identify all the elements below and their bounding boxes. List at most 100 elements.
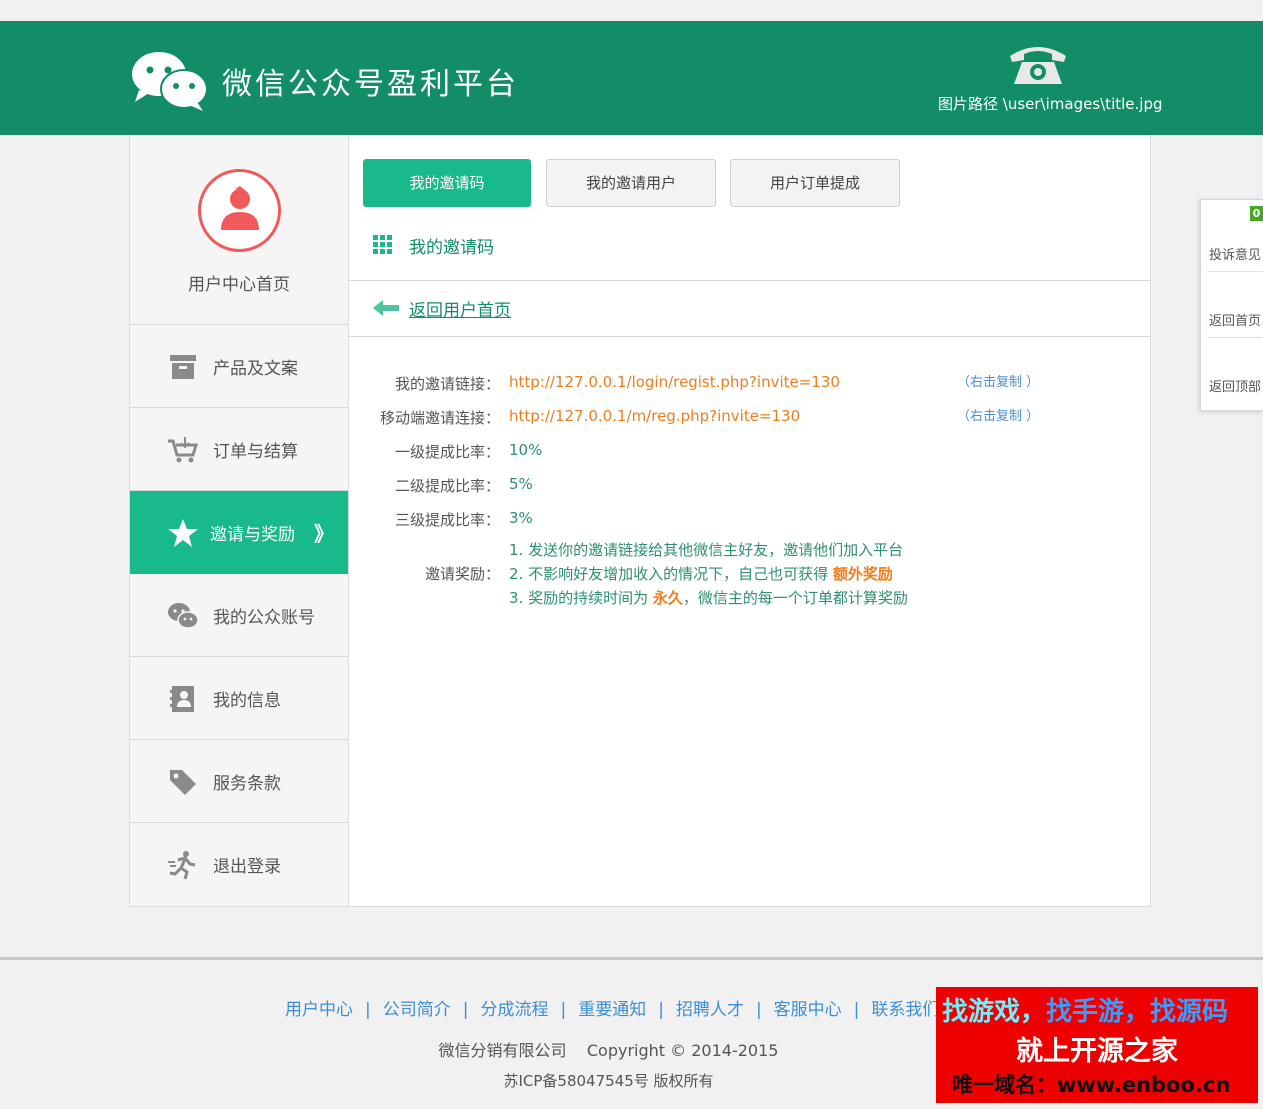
rate2-label: 二级提成比率： <box>394 477 500 495</box>
rate3-value: 3% <box>509 509 533 527</box>
footer-nav: 用户中心 | 公司简介 | 分成流程 | 重要通知 | 招聘人才 | 客服中心 | 联系我们 <box>285 995 940 1023</box>
archive-box-icon <box>170 355 196 379</box>
separator: | <box>755 1000 762 1020</box>
sidebar-item-invite[interactable]: 邀请与奖励 》 <box>130 491 348 574</box>
watermark-banner[interactable]: 找游戏，找手游，找源码 就上开源之家 唯一域名：www.enboo.cn <box>936 987 1258 1103</box>
sidebar-item-label: 产品及文案 <box>213 359 298 379</box>
footer-link-user-center[interactable]: 用户中心 <box>285 1000 353 1020</box>
sidebar-item-label: 退出登录 <box>213 857 281 877</box>
reward-item: 2. 不影响好友增加收入的情况下，自己也可获得 额外奖励 <box>509 562 908 586</box>
sidebar: 用户中心首页 产品及文案 订单与结算 邀请与奖励 》 我的公众账号 我的信息 服… <box>130 135 349 906</box>
sidebar-item-profile[interactable]: 我的信息 <box>130 657 348 740</box>
footer-link-jobs[interactable]: 招聘人才 <box>676 1000 744 1020</box>
complaint-feedback-button[interactable]: 投诉意见 <box>1207 206 1263 272</box>
reward-item: 1. 发送你的邀请链接给其他微信主好友，邀请他们加入平台 <box>509 541 904 559</box>
separator: | <box>365 1000 371 1020</box>
invite-link-row: 我的邀请链接： http://127.0.0.1/login/regist.ph… <box>349 373 1151 397</box>
wechat-bubble-icon <box>168 603 199 629</box>
sidebar-item-logout[interactable]: 退出登录 <box>130 823 348 906</box>
reward-highlight: 永久 <box>652 589 683 607</box>
copy-hint: （右击复制 ） <box>957 375 1040 390</box>
content-panel: 我的邀请码 我的邀请用户 用户订单提成 我的邀请码 返回用户首页 我的邀请链接：… <box>349 135 1151 906</box>
divider <box>349 336 1151 337</box>
section-title-text: 我的邀请码 <box>409 238 494 258</box>
contact-book-icon <box>170 686 194 712</box>
sidebar-item-products[interactable]: 产品及文案 <box>130 325 348 408</box>
separator: | <box>853 1000 860 1020</box>
sidebar-item-accounts[interactable]: 我的公众账号 <box>130 574 348 657</box>
image-path-note: 图片路径 \user\images\title.jpg <box>938 95 1163 113</box>
reward-highlight: 额外奖励 <box>832 565 893 583</box>
tab-my-invite-code[interactable]: 我的邀请码 <box>363 159 531 207</box>
banner-line3: 唯一域名：www.enboo.cn <box>952 1073 1231 1097</box>
rate1-value: 10% <box>509 441 543 459</box>
separator: | <box>560 1000 567 1020</box>
separator: | <box>462 1000 469 1020</box>
rate2-row: 二级提成比率： 5% <box>349 475 1151 499</box>
reward-label: 邀请奖励： <box>424 565 500 583</box>
mobile-invite-link-label: 移动端邀请连接： <box>379 409 500 427</box>
banner-text: 找游戏， <box>942 997 1047 1027</box>
sidebar-item-terms[interactable]: 服务条款 <box>130 740 348 823</box>
footer-link-contact[interactable]: 联系我们 <box>871 1000 939 1020</box>
rate1-row: 一级提成比率： 10% <box>349 441 1151 465</box>
banner-text: 找手游， <box>1046 997 1151 1027</box>
separator: | <box>658 1000 664 1020</box>
grid-icon <box>373 235 392 254</box>
rate3-row: 三级提成比率： 3% <box>349 509 1151 533</box>
shopping-cart-icon <box>168 437 199 463</box>
invite-link-value[interactable]: http://127.0.0.1/login/regist.php?invite… <box>509 373 840 391</box>
banner-line2: 就上开源之家 <box>1016 1036 1178 1067</box>
footer-divider <box>0 957 1263 960</box>
back-to-home-link[interactable]: 返回用户首页 <box>409 296 511 321</box>
site-header: 微信公众号盈利平台 图片路径 \user\images\title.jpg <box>0 21 1263 135</box>
divider <box>349 280 1151 281</box>
running-person-icon <box>168 851 196 880</box>
top-strip <box>0 0 1263 21</box>
mobile-invite-link-value[interactable]: http://127.0.0.1/m/reg.php?invite=130 <box>509 407 800 425</box>
main-container: 用户中心首页 产品及文案 订单与结算 邀请与奖励 》 我的公众账号 我的信息 服… <box>129 135 1151 907</box>
float-item-label: 投诉意见 <box>1209 248 1262 263</box>
sidebar-item-label: 我的信息 <box>213 691 281 711</box>
rate3-label: 三级提成比率： <box>394 511 500 529</box>
back-row: 返回用户首页 <box>373 296 673 322</box>
footer-link-notice[interactable]: 重要通知 <box>578 1000 646 1020</box>
reward-item: 3. 奖励的持续时间为 永久，微信主的每一个订单都计算奖励 <box>509 586 908 610</box>
float-item-label: 返回首页 <box>1209 314 1262 329</box>
reward-list: 1. 发送你的邀请链接给其他微信主好友，邀请他们加入平台 2. 不影响好友增加收… <box>509 538 908 610</box>
rate2-value: 5% <box>509 475 533 493</box>
banner-text: 找源码 <box>1150 997 1229 1027</box>
reward-text: 3. 奖励的持续时间为 <box>509 589 653 607</box>
tag-icon <box>170 770 196 795</box>
avatar[interactable] <box>198 169 281 252</box>
float-item-label: 返回顶部 <box>1209 380 1262 395</box>
chevron-right-icon: 》 <box>314 522 334 546</box>
wechat-logo-icon <box>132 52 208 111</box>
sidebar-item-label: 邀请与奖励 <box>210 525 295 545</box>
tab-order-commission[interactable]: 用户订单提成 <box>730 159 900 207</box>
tab-my-invited-users[interactable]: 我的邀请用户 <box>546 159 716 207</box>
reward-text: ，微信主的每一个订单都计算奖励 <box>682 589 908 607</box>
sidebar-home-label[interactable]: 用户中心首页 <box>130 270 348 295</box>
back-to-top-button[interactable]: 返回顶部 <box>1207 338 1263 404</box>
sidebar-item-label: 订单与结算 <box>213 442 298 462</box>
invite-link-label: 我的邀请链接： <box>394 375 500 393</box>
site-title: 微信公众号盈利平台 <box>222 67 519 102</box>
banner-line1: 找游戏，找手游，找源码 <box>942 991 1228 1028</box>
telephone-icon <box>1010 47 1066 84</box>
arrow-left-icon <box>373 300 399 316</box>
footer-link-service[interactable]: 客服中心 <box>774 1000 842 1020</box>
user-icon <box>221 186 259 230</box>
reward-text: 2. 不影响好友增加收入的情况下，自己也可获得 <box>509 565 833 583</box>
sidebar-item-label: 我的公众账号 <box>213 608 315 628</box>
star-icon <box>168 519 198 547</box>
footer-link-process[interactable]: 分成流程 <box>480 1000 548 1020</box>
rate1-label: 一级提成比率： <box>394 443 500 461</box>
footer-link-company[interactable]: 公司简介 <box>383 1000 451 1020</box>
sidebar-home[interactable]: 用户中心首页 <box>130 135 348 325</box>
back-home-button[interactable]: 返回首页 <box>1207 272 1263 338</box>
sidebar-item-orders[interactable]: 订单与结算 <box>130 408 348 491</box>
mobile-invite-link-row: 移动端邀请连接： http://127.0.0.1/m/reg.php?invi… <box>349 407 1151 431</box>
floating-side-panel: 0 投诉意见 返回首页 返回顶部 <box>1200 199 1263 411</box>
sidebar-item-label: 服务条款 <box>213 774 281 794</box>
